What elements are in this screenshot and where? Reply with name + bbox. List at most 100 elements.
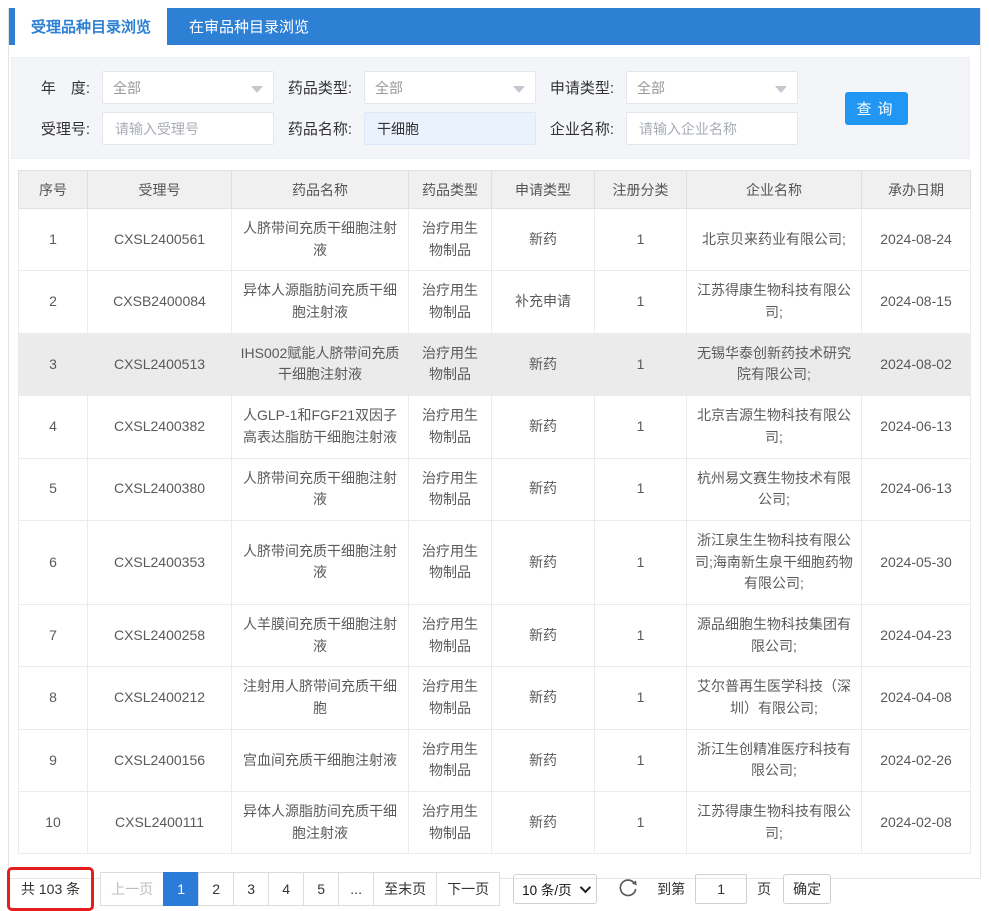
cell-company: 杭州易文赛生物技术有限公司; [687, 458, 862, 520]
company-name-input[interactable] [637, 120, 787, 138]
cell-company: 江苏得康生物科技有限公司; [687, 792, 862, 854]
drug-name-input[interactable] [375, 120, 525, 138]
year-label: 年 度: [12, 77, 102, 98]
year-select[interactable]: 全部 [102, 71, 274, 104]
cell-company: 无锡华泰创新药技术研究院有限公司; [687, 333, 862, 395]
drug-type-select[interactable]: 全部 [364, 71, 536, 104]
page-size-value: 10 条/页 [522, 879, 572, 899]
table-row: 1 CXSL2400561 人脐带间充质干细胞注射液 治疗用生物制品 新药 1 … [19, 209, 971, 271]
acceptance-no-label: 受理号: [12, 118, 102, 139]
cell-apply-type: 新药 [492, 333, 595, 395]
col-header-date: 承办日期 [862, 171, 971, 209]
cell-date: 2024-06-13 [862, 458, 971, 520]
cell-acceptance-no: CXSL2400111 [88, 792, 232, 854]
page-buttons-group: 上一页 12345 ... 至末页 下一页 [101, 872, 500, 906]
table-row: 10 CXSL2400111 异体人源脂肪间充质干细胞注射液 治疗用生物制品 新… [19, 792, 971, 854]
cell-drug-name: 注射用人脐带间充质干细胞 [232, 667, 409, 729]
cell-drug-type: 治疗用生物制品 [409, 729, 492, 791]
cell-index: 7 [19, 604, 88, 666]
cell-apply-type: 新药 [492, 667, 595, 729]
cell-reg-class: 1 [595, 209, 687, 271]
page-number-button[interactable]: 1 [163, 872, 199, 906]
year-select-value: 全部 [113, 78, 141, 98]
cell-date: 2024-08-24 [862, 209, 971, 271]
cell-index: 9 [19, 729, 88, 791]
cell-drug-name: 异体人源脂肪间充质干细胞注射液 [232, 271, 409, 333]
cell-date: 2024-04-08 [862, 667, 971, 729]
cell-company: 浙江泉生生物科技有限公司;海南新生泉干细胞药物有限公司; [687, 520, 862, 604]
cell-drug-name: 宫血间充质干细胞注射液 [232, 729, 409, 791]
cell-index: 2 [19, 271, 88, 333]
page-number-button[interactable]: 5 [303, 872, 339, 906]
col-header-apply-type: 申请类型 [492, 171, 595, 209]
chevron-down-icon [580, 882, 591, 893]
drug-name-input-box [364, 112, 536, 145]
cell-company: 源品细胞生物科技集团有限公司; [687, 604, 862, 666]
tab-accepted-catalog[interactable]: 受理品种目录浏览 [15, 1, 167, 45]
cell-index: 5 [19, 458, 88, 520]
total-count-annotation: 共 103 条 [7, 867, 94, 911]
goto-page-input[interactable]: 1 [695, 874, 747, 904]
page-size-select[interactable]: 10 条/页 [513, 874, 597, 904]
cell-company: 艾尔普再生医学科技（深圳）有限公司; [687, 667, 862, 729]
cell-reg-class: 1 [595, 458, 687, 520]
cell-reg-class: 1 [595, 729, 687, 791]
cell-drug-type: 治疗用生物制品 [409, 396, 492, 458]
acceptance-no-field: 受理号: [12, 112, 274, 145]
cell-index: 6 [19, 520, 88, 604]
cell-reg-class: 1 [595, 792, 687, 854]
search-button[interactable]: 查询 [845, 92, 908, 125]
last-page-button[interactable]: 至末页 [373, 872, 437, 906]
cell-acceptance-no: CXSL2400561 [88, 209, 232, 271]
confirm-button[interactable]: 确定 [783, 874, 831, 904]
cell-acceptance-no: CXSL2400212 [88, 667, 232, 729]
cell-company: 北京贝来药业有限公司; [687, 209, 862, 271]
page-frame: 受理品种目录浏览 在审品种目录浏览 年 度: 全部 药品类型: 全部 [8, 8, 981, 879]
acceptance-no-input[interactable] [113, 120, 263, 138]
col-header-acceptance-no: 受理号 [88, 171, 232, 209]
cell-drug-name: 人脐带间充质干细胞注射液 [232, 209, 409, 271]
apply-type-select[interactable]: 全部 [626, 71, 798, 104]
page-buttons: 12345 [164, 872, 339, 906]
cell-apply-type: 新药 [492, 729, 595, 791]
cell-date: 2024-02-26 [862, 729, 971, 791]
prev-page-button[interactable]: 上一页 [100, 872, 164, 906]
drug-name-field: 药品名称: [274, 112, 536, 145]
filter-panel: 年 度: 全部 药品类型: 全部 申请类型: 全部 [11, 57, 970, 159]
drug-type-field: 药品类型: 全部 [274, 71, 536, 104]
cell-acceptance-no: CXSB2400084 [88, 271, 232, 333]
cell-apply-type: 补充申请 [492, 271, 595, 333]
page-number-button[interactable]: 2 [198, 872, 234, 906]
page-number-button[interactable]: 3 [233, 872, 269, 906]
table-row: 4 CXSL2400382 人GLP-1和FGF21双因子高表达脂肪干细胞注射液… [19, 396, 971, 458]
tab-in-review-catalog[interactable]: 在审品种目录浏览 [167, 8, 331, 45]
cell-date: 2024-08-15 [862, 271, 971, 333]
col-header-index: 序号 [19, 171, 88, 209]
cell-reg-class: 1 [595, 271, 687, 333]
ellipsis-button[interactable]: ... [338, 872, 374, 906]
cell-reg-class: 1 [595, 520, 687, 604]
pagination-bar: 共 103 条 上一页 12345 ... 至末页 下一页 10 条/页 到第 … [9, 867, 962, 911]
cell-apply-type: 新药 [492, 520, 595, 604]
cell-reg-class: 1 [595, 333, 687, 395]
chevron-down-icon [513, 86, 525, 93]
table-row: 5 CXSL2400380 人脐带间充质干细胞注射液 治疗用生物制品 新药 1 … [19, 458, 971, 520]
drug-type-select-value: 全部 [375, 78, 403, 98]
cell-reg-class: 1 [595, 667, 687, 729]
cell-drug-name: 人脐带间充质干细胞注射液 [232, 458, 409, 520]
filter-row-2: 受理号: 药品名称: 企业名称: [12, 112, 839, 145]
total-count: 共 103 条 [21, 881, 80, 897]
col-header-company: 企业名称 [687, 171, 862, 209]
cell-date: 2024-04-23 [862, 604, 971, 666]
cell-drug-name: 人GLP-1和FGF21双因子高表达脂肪干细胞注射液 [232, 396, 409, 458]
table-header-row: 序号 受理号 药品名称 药品类型 申请类型 注册分类 企业名称 承办日期 [19, 171, 971, 209]
cell-acceptance-no: CXSL2400513 [88, 333, 232, 395]
cell-drug-name: 人羊膜间充质干细胞注射液 [232, 604, 409, 666]
cell-company: 北京吉源生物科技有限公司; [687, 396, 862, 458]
next-page-button[interactable]: 下一页 [436, 872, 500, 906]
year-field: 年 度: 全部 [12, 71, 274, 104]
refresh-icon[interactable] [617, 878, 639, 900]
page-number-button[interactable]: 4 [268, 872, 304, 906]
cell-drug-name: 异体人源脂肪间充质干细胞注射液 [232, 792, 409, 854]
apply-type-label: 申请类型: [536, 77, 626, 98]
